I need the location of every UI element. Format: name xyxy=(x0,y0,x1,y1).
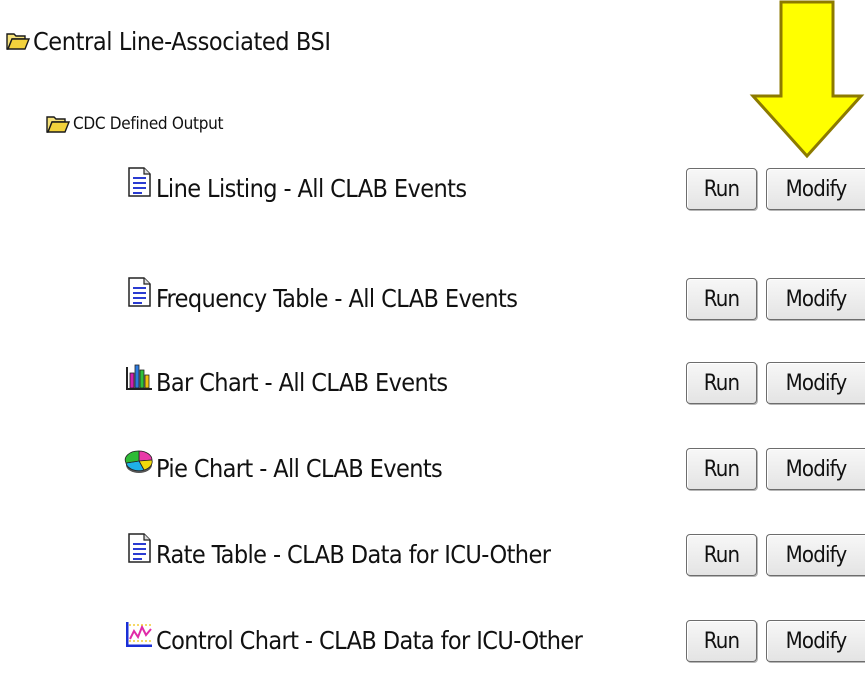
report-row: Line Listing - All CLAB Events Run Modif… xyxy=(0,160,865,216)
tree-node-label: Central Line-Associated BSI xyxy=(33,26,331,56)
open-folder-icon xyxy=(46,116,70,133)
control-chart-icon xyxy=(126,622,152,647)
run-button[interactable]: Run xyxy=(686,620,757,662)
down-arrow-icon xyxy=(749,0,865,159)
run-button[interactable]: Run xyxy=(686,362,757,404)
run-button[interactable]: Run xyxy=(686,168,757,210)
report-row: Control Chart - CLAB Data for ICU-Other … xyxy=(0,612,865,668)
run-button[interactable]: Run xyxy=(686,448,757,490)
report-link[interactable]: Pie Chart - All CLAB Events xyxy=(124,440,443,496)
report-row: Rate Table - CLAB Data for ICU-Other Run… xyxy=(0,526,865,582)
report-link[interactable]: Control Chart - CLAB Data for ICU-Other xyxy=(124,612,583,668)
tree-node-label: CDC Defined Output xyxy=(73,114,224,134)
document-icon xyxy=(128,167,151,197)
modify-button[interactable]: Modify xyxy=(766,448,865,490)
report-row: Bar Chart - All CLAB Events Run Modify xyxy=(0,354,865,410)
document-icon xyxy=(128,533,151,563)
report-link[interactable]: Line Listing - All CLAB Events xyxy=(124,160,467,216)
modify-button[interactable]: Modify xyxy=(766,362,865,404)
report-link[interactable]: Rate Table - CLAB Data for ICU-Other xyxy=(124,526,551,582)
modify-button[interactable]: Modify xyxy=(766,620,865,662)
report-link[interactable]: Frequency Table - All CLAB Events xyxy=(124,270,518,326)
report-label: Frequency Table - All CLAB Events xyxy=(156,283,518,313)
run-button[interactable]: Run xyxy=(686,278,757,320)
modify-button[interactable]: Modify xyxy=(766,278,865,320)
report-label: Rate Table - CLAB Data for ICU-Other xyxy=(156,539,551,569)
report-label: Pie Chart - All CLAB Events xyxy=(156,453,443,483)
report-label: Line Listing - All CLAB Events xyxy=(156,173,467,203)
run-button[interactable]: Run xyxy=(686,534,757,576)
report-link[interactable]: Bar Chart - All CLAB Events xyxy=(124,354,448,410)
report-row: Frequency Table - All CLAB Events Run Mo… xyxy=(0,270,865,326)
report-label: Bar Chart - All CLAB Events xyxy=(156,367,448,397)
bar-chart-icon xyxy=(126,364,152,390)
report-label: Control Chart - CLAB Data for ICU-Other xyxy=(156,625,583,655)
pie-chart-icon xyxy=(124,450,153,473)
report-row: Pie Chart - All CLAB Events Run Modify xyxy=(0,440,865,496)
tree-node-central-line-bsi[interactable]: Central Line-Associated BSI xyxy=(6,20,331,62)
modify-button[interactable]: Modify xyxy=(766,168,865,210)
tree-node-cdc-defined-output[interactable]: CDC Defined Output xyxy=(46,106,224,142)
document-icon xyxy=(128,277,151,307)
open-folder-icon xyxy=(6,33,30,50)
modify-button[interactable]: Modify xyxy=(766,534,865,576)
